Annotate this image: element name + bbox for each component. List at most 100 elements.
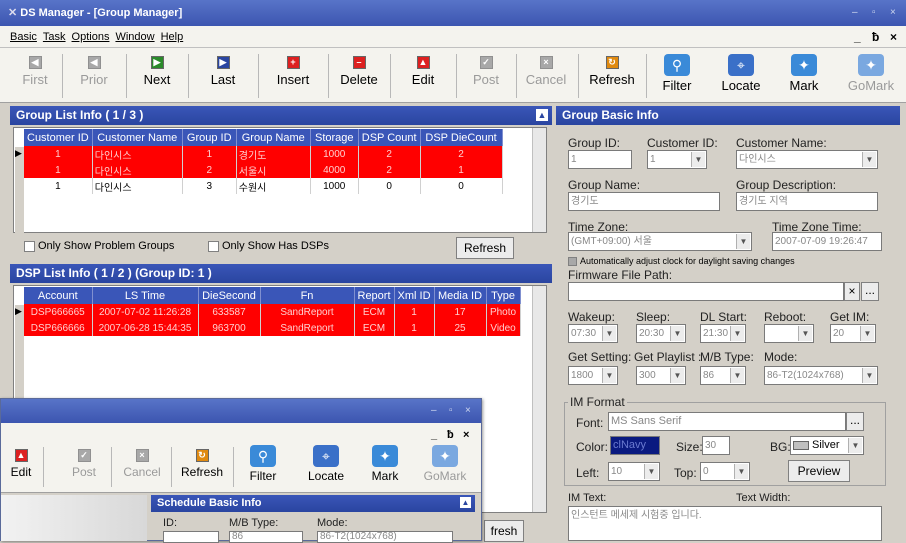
only-problem-checkbox[interactable]: Only Show Problem Groups xyxy=(24,240,174,252)
browse-button[interactable]: ... xyxy=(861,282,879,301)
cancel-button[interactable]: × Cancel xyxy=(518,52,574,100)
col-dsp-count[interactable]: DSP Count xyxy=(358,129,421,146)
dsp-list-scrollbar[interactable] xyxy=(532,286,546,512)
menu-basic[interactable]: Basic xyxy=(10,26,37,48)
prior-button[interactable]: ◀ Prior xyxy=(64,52,124,100)
table-row[interactable]: 1 다인시스 2 서울시 4000 2 1 xyxy=(24,162,503,178)
col-report[interactable]: Report xyxy=(354,287,395,304)
get-setting-select[interactable]: 1800 ▼ xyxy=(568,366,618,385)
menu-options[interactable]: Options xyxy=(72,26,110,48)
delete-button[interactable]: – Delete xyxy=(330,52,388,100)
firmware-path-field[interactable] xyxy=(568,282,844,301)
table-row[interactable]: DSP666665 2007-07-02 11:26:28 633587 SandRe… xyxy=(24,304,521,320)
last-button[interactable]: ▶ Last xyxy=(190,52,256,100)
overlay-refresh-button[interactable]: ↻ Refresh xyxy=(173,445,231,493)
maximize-button[interactable]: ▫ xyxy=(872,0,876,26)
wakeup-select[interactable]: 07:30 ▼ xyxy=(568,324,618,343)
col-customer-name[interactable]: Customer Name xyxy=(92,129,183,146)
col-ls-time[interactable]: LS Time xyxy=(92,287,199,304)
mdi-restore-button[interactable]: ƀ xyxy=(872,26,879,48)
schedule-mode-select[interactable]: 86-T2(1024x768) xyxy=(317,531,453,543)
next-button[interactable]: ▶ Next xyxy=(128,52,186,100)
menu-window[interactable]: Window xyxy=(115,26,154,48)
group-name-field[interactable]: 경기도 xyxy=(568,192,720,211)
font-browse-button[interactable]: ... xyxy=(846,412,864,431)
overlay-mdi-restore[interactable]: ƀ xyxy=(447,427,454,443)
col-storage[interactable]: Storage xyxy=(310,129,359,146)
col-diesecond[interactable]: DieSecond xyxy=(198,287,261,304)
col-fn[interactable]: Fn xyxy=(260,287,355,304)
close-button[interactable]: × xyxy=(890,0,896,26)
sleep-select[interactable]: 20:30 ▼ xyxy=(636,324,686,343)
col-dsp-diecount[interactable]: DSP DieCount xyxy=(420,129,503,146)
group-list-grid[interactable]: Customer ID Customer Name Group ID Group… xyxy=(13,127,547,233)
only-has-dsps-checkbox[interactable]: Only Show Has DSPs xyxy=(208,240,329,252)
mdi-minimize-button[interactable]: _ xyxy=(854,26,861,48)
overlay-cancel-button[interactable]: × Cancel xyxy=(115,445,169,493)
col-type[interactable]: Type xyxy=(486,287,521,304)
edit-button[interactable]: ▲ Edit xyxy=(392,52,454,100)
col-group-name[interactable]: Group Name xyxy=(236,129,311,146)
get-playlist-select[interactable]: 300 ▼ xyxy=(636,366,686,385)
time-zone-select[interactable]: (GMT+09:00) 서울 ▼ xyxy=(568,232,752,251)
first-button[interactable]: ◀ First xyxy=(10,52,60,100)
overlay-mdi-close[interactable]: × xyxy=(463,427,469,443)
schedule-mb-type-select[interactable]: 86 xyxy=(229,531,303,543)
get-im-select[interactable]: 20 ▼ xyxy=(830,324,876,343)
overlay-mark-button[interactable]: ✦ Mark xyxy=(363,443,407,491)
preview-button[interactable]: Preview xyxy=(788,460,850,482)
overlay-maximize-button[interactable]: ▫ xyxy=(449,399,453,423)
insert-button[interactable]: + Insert xyxy=(260,52,326,100)
reboot-select[interactable]: ▼ xyxy=(764,324,814,343)
group-desc-field[interactable]: 경기도 지역 xyxy=(736,192,878,211)
size-field[interactable]: 30 xyxy=(702,436,730,455)
left-select[interactable]: 10 ▼ xyxy=(608,462,660,481)
overlay-filter-button[interactable]: ⚲ Filter xyxy=(239,443,287,491)
color-field[interactable]: clNavy xyxy=(610,436,660,455)
col-media-id[interactable]: Media ID xyxy=(434,287,487,304)
filter-button[interactable]: ⚲ Filter xyxy=(650,52,704,100)
top-select[interactable]: 0 ▼ xyxy=(700,462,750,481)
im-text-area[interactable]: 인스턴트 메세제 시험중 입니다. xyxy=(568,506,882,541)
clear-button[interactable]: × xyxy=(844,282,860,301)
locate-button[interactable]: ⌖ Locate xyxy=(712,52,770,100)
font-field[interactable]: MS Sans Serif xyxy=(608,412,846,431)
dsp-refresh-button[interactable]: fresh xyxy=(484,520,524,542)
customer-name-select[interactable]: 다인시스 ▼ xyxy=(736,150,878,169)
table-row[interactable]: 1 다인시스 3 수원시 1000 0 0 xyxy=(24,178,503,194)
refresh-button[interactable]: ↻ Refresh xyxy=(580,52,644,100)
mdi-close-button[interactable]: × xyxy=(890,26,897,48)
menu-help[interactable]: Help xyxy=(161,26,184,48)
gomark-button[interactable]: ✦ GoMark xyxy=(840,52,902,100)
customer-id-select[interactable]: 1 ▼ xyxy=(647,150,707,169)
col-customer-id[interactable]: Customer ID xyxy=(24,129,93,146)
overlay-edit-button[interactable]: ▲ Edit xyxy=(1,445,41,493)
overlay-close-button[interactable]: × xyxy=(465,399,471,423)
table-row[interactable]: DSP666666 2007-06-28 15:44:35 963700 SandRe… xyxy=(24,320,521,336)
table-row[interactable]: 1 다인시스 1 경기도 1000 2 2 xyxy=(24,146,503,162)
collapse-icon[interactable]: ▲ xyxy=(460,497,471,508)
mark-button[interactable]: ✦ Mark xyxy=(778,52,830,100)
tz-time-field[interactable]: 2007-07-09 19:26:47 xyxy=(772,232,882,251)
bg-select[interactable]: Silver ▼ xyxy=(790,436,864,455)
group-list-scrollbar[interactable] xyxy=(532,128,546,232)
group-refresh-button[interactable]: Refresh xyxy=(456,237,514,259)
overlay-locate-button[interactable]: ⌖ Locate xyxy=(299,443,353,491)
menu-task[interactable]: Task xyxy=(43,26,66,48)
col-xml-id[interactable]: Xml ID xyxy=(394,287,435,304)
dst-checkbox[interactable]: Automatically adjust clock for daylight … xyxy=(568,256,795,267)
overlay-minimize-button[interactable]: – xyxy=(431,399,437,423)
dl-start-select[interactable]: 21:30 ▼ xyxy=(700,324,746,343)
minimize-button[interactable]: – xyxy=(852,0,858,26)
schedule-id-field[interactable] xyxy=(163,531,219,543)
post-button[interactable]: ✓ Post xyxy=(458,52,514,100)
mode-select[interactable]: 86-T2(1024x768) ▼ xyxy=(764,366,878,385)
overlay-post-button[interactable]: ✓ Post xyxy=(61,445,107,493)
mb-type-select[interactable]: 86 ▼ xyxy=(700,366,746,385)
col-account[interactable]: Account xyxy=(24,287,93,304)
collapse-icon[interactable]: ▲ xyxy=(536,109,548,121)
col-group-id[interactable]: Group ID xyxy=(182,129,237,146)
group-id-field[interactable]: 1 xyxy=(568,150,632,169)
overlay-mdi-minimize[interactable]: _ xyxy=(431,427,437,443)
overlay-gomark-button[interactable]: ✦ GoMark xyxy=(417,443,473,491)
